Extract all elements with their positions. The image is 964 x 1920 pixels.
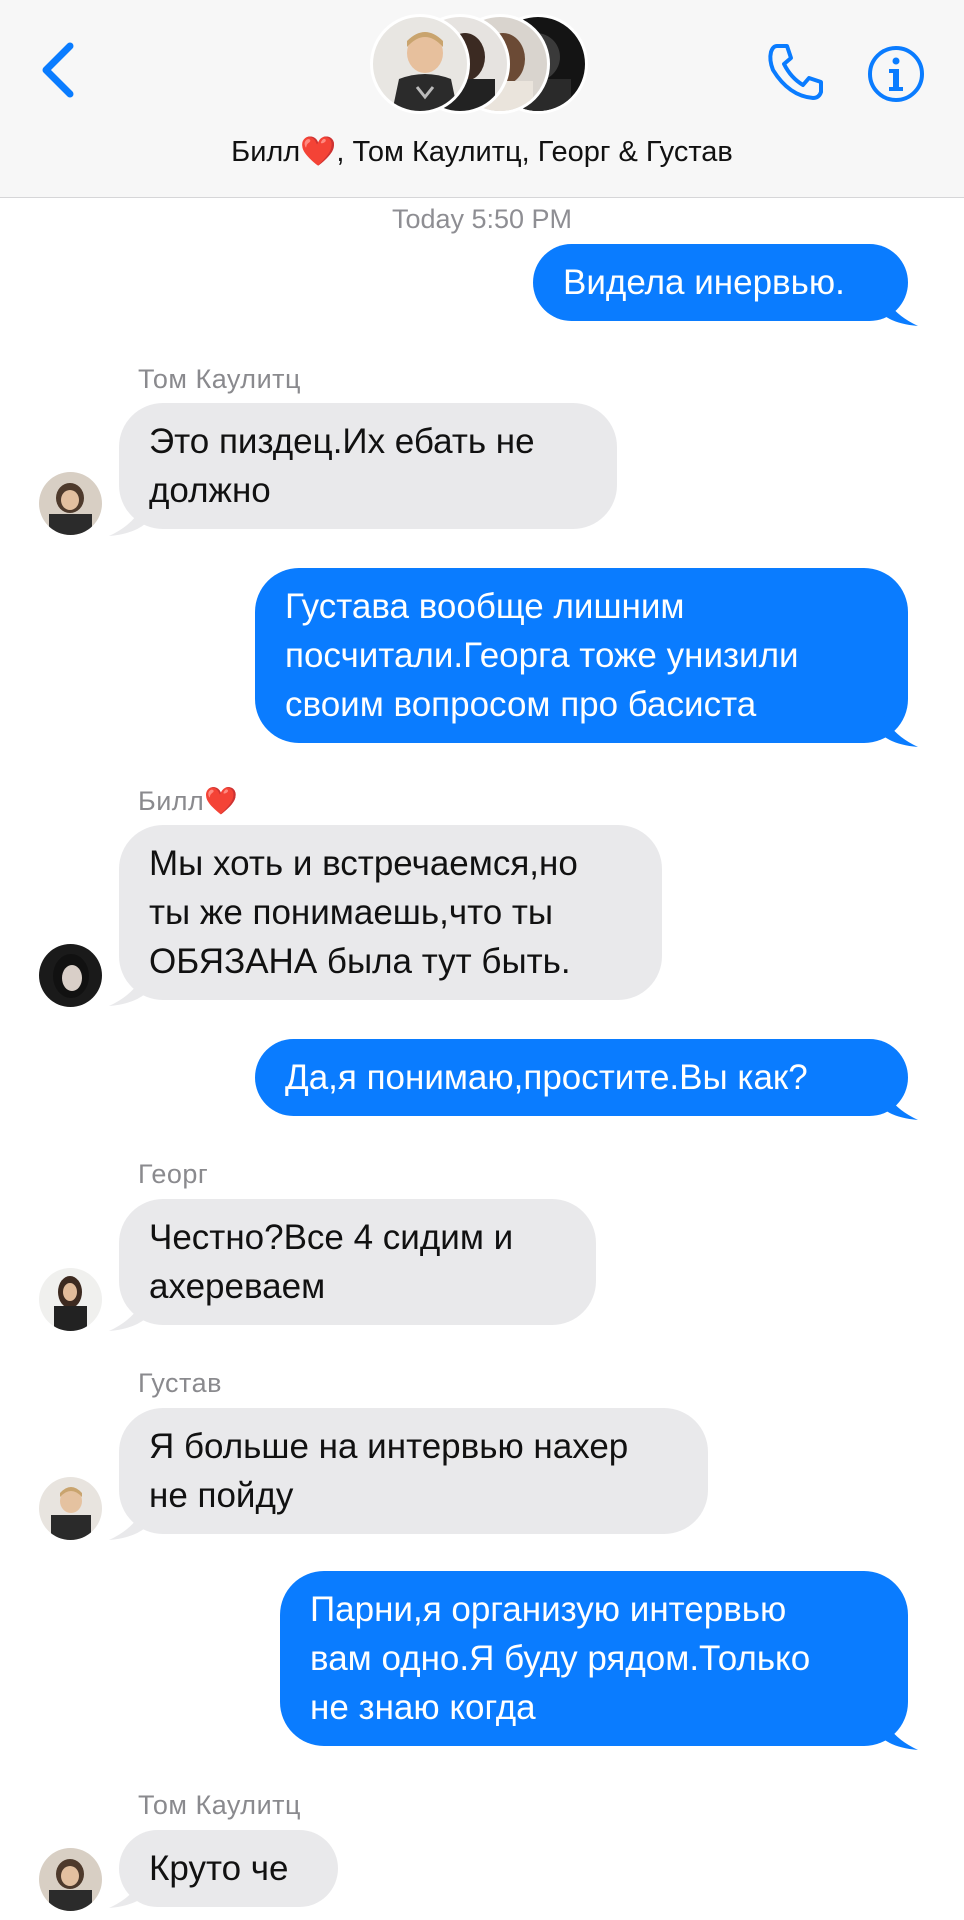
avatar[interactable]	[39, 944, 102, 1007]
bubble-tail	[109, 1870, 145, 1908]
message-bubble-outgoing[interactable]: Густава вообще лишним посчитали.Георга т…	[255, 568, 908, 743]
title-name: Билл	[231, 136, 301, 168]
avatar	[370, 14, 470, 114]
group-avatars[interactable]	[370, 14, 590, 118]
bubble-tail	[109, 498, 145, 536]
avatar[interactable]	[39, 1268, 102, 1331]
bubble-tail	[109, 968, 145, 1006]
sender-name: Том Каулитц	[138, 1790, 301, 1820]
message-bubble-incoming[interactable]: Мы хоть и встречаемся,но ты же понимаешь…	[119, 825, 662, 1000]
avatar[interactable]	[39, 1848, 102, 1911]
bubble-tail	[109, 1293, 145, 1331]
bubble-tail	[882, 709, 918, 747]
heart-icon: ❤️	[204, 786, 239, 816]
message-bubble-outgoing[interactable]: Парни,я организую интервью вам одно.Я бу…	[280, 1571, 908, 1746]
sender-name: Том Каулитц	[138, 364, 301, 394]
sender-name: Билл❤️	[138, 785, 238, 817]
phone-icon[interactable]	[763, 40, 827, 104]
info-icon[interactable]	[866, 44, 926, 104]
message-bubble-outgoing[interactable]: Да,я понимаю,простите.Вы как?	[255, 1039, 908, 1116]
title-members: , Том Каулитц, Георг & Густав	[336, 136, 733, 168]
message-bubble-incoming[interactable]: Честно?Все 4 сидим и ахереваем	[119, 1199, 596, 1325]
conversation-header: Билл❤️, Том Каулитц, Георг & Густав	[0, 0, 964, 198]
avatar[interactable]	[39, 1477, 102, 1540]
message-bubble-incoming[interactable]: Я больше на интервью нахер не пойду	[119, 1408, 708, 1534]
sender-name-text: Билл	[138, 786, 205, 816]
bubble-tail	[882, 1082, 918, 1120]
sender-name: Георг	[138, 1159, 209, 1189]
bubble-tail	[882, 1712, 918, 1750]
message-bubble-incoming[interactable]: Круто че	[119, 1830, 338, 1907]
chevron-left-icon[interactable]	[34, 40, 84, 100]
message-bubble-outgoing[interactable]: Видела инервью.	[533, 244, 908, 321]
bubble-tail	[882, 288, 918, 326]
bubble-tail	[109, 1502, 145, 1540]
avatar[interactable]	[39, 472, 102, 535]
timestamp: Today 5:50 PM	[391, 204, 573, 234]
heart-icon: ❤️	[300, 136, 337, 168]
sender-name: Густав	[138, 1368, 222, 1398]
conversation-title[interactable]: Билл❤️, Том Каулитц, Георг & Густав	[0, 135, 964, 169]
message-bubble-incoming[interactable]: Это пиздец.Их ебать не должно	[119, 403, 617, 529]
